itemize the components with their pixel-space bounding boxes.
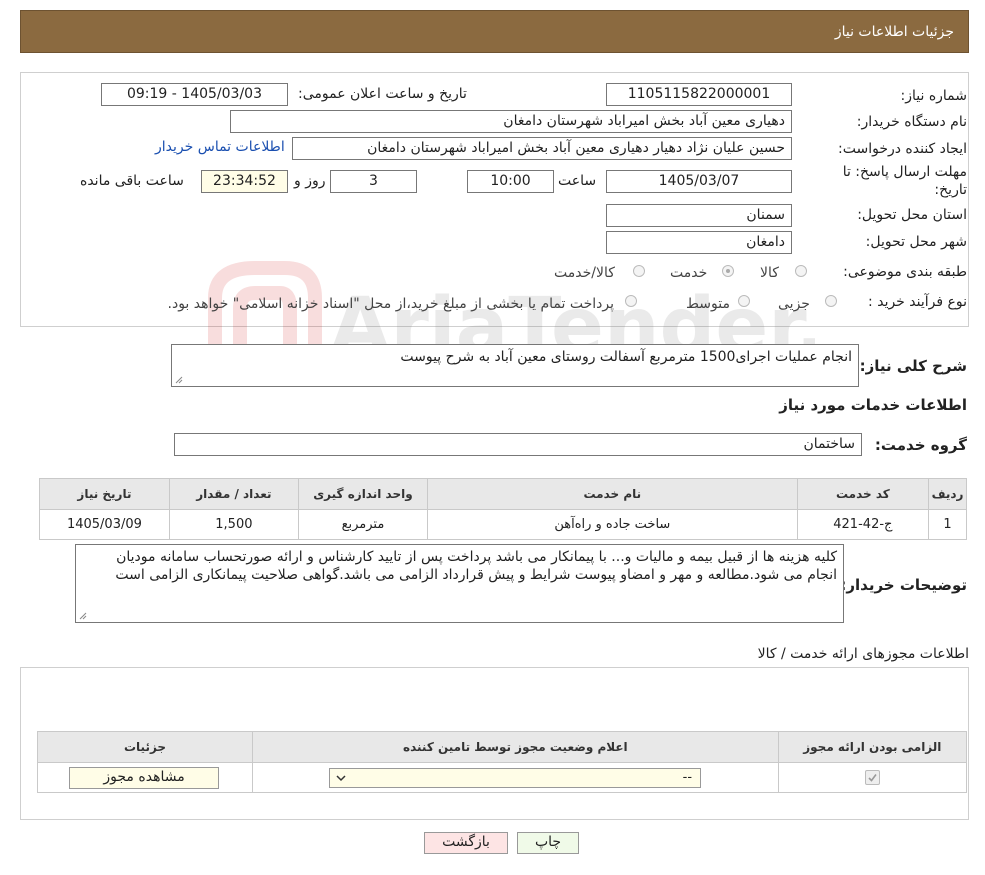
process-radio-minor[interactable]	[825, 295, 837, 307]
col-header-permit-status: اعلام وضعیت مجوز توسط تامین کننده	[252, 731, 779, 763]
buyer-notes-text: کلیه هزینه ها از قبیل بیمه و مالیات و...…	[115, 549, 837, 583]
cell-permit-required	[777, 762, 968, 793]
cell-permit-status: --	[252, 762, 779, 793]
cell-row-number: 1	[928, 509, 967, 540]
process-label: نوع فرآیند خرید :	[868, 294, 967, 310]
process-treasury-note: پرداخت تمام یا بخشی از مبلغ خرید،از محل …	[167, 296, 614, 312]
process-option-minor: جزیی	[778, 296, 810, 312]
permits-table: الزامی بودن ارائه مجوز اعلام وضعیت مجوز …	[36, 731, 968, 793]
cell-need-date: 1405/03/09	[39, 509, 170, 540]
services-section-title: اطلاعات خدمات مورد نیاز	[779, 396, 967, 414]
col-header-quantity: تعداد / مقدار	[168, 478, 299, 510]
deadline-date-field[interactable]: 1405/03/07	[606, 170, 792, 193]
announce-label: تاریخ و ساعت اعلان عمومی:	[298, 86, 467, 102]
permit-status-select-value: --	[682, 769, 693, 785]
page-header: جزئیات اطلاعات نیاز	[20, 10, 969, 53]
province-label: استان محل تحویل:	[857, 207, 967, 223]
process-radio-medium[interactable]	[738, 295, 750, 307]
deadline-time-label: ساعت	[558, 173, 597, 189]
process-radio-treasury[interactable]	[625, 295, 637, 307]
days-label: روز و	[294, 173, 326, 189]
resize-handle-icon[interactable]	[175, 376, 183, 384]
cell-service-code: ج-42-421	[796, 509, 930, 540]
col-header-need-date: تاریخ نیاز	[39, 478, 170, 510]
creator-field[interactable]: حسین علیان نژاد دهیار دهیاری معین آباد ب…	[292, 137, 792, 160]
category-radio-service[interactable]	[722, 265, 734, 277]
col-header-permit-required: الزامی بودن ارائه مجوز	[777, 731, 968, 763]
description-textarea[interactable]: انجام عملیات اجرای1500 مترمربع آسفالت رو…	[171, 344, 859, 387]
permit-status-select[interactable]: --	[329, 767, 702, 788]
col-header-permit-details: جزئیات	[36, 731, 254, 763]
announce-datetime-field[interactable]: 1405/03/03 - 09:19	[101, 83, 288, 106]
description-text: انجام عملیات اجرای1500 مترمربع آسفالت رو…	[400, 349, 852, 365]
table-row: -- مشاهده مجوز	[36, 762, 968, 793]
buyer-contact-link[interactable]: اطلاعات تماس خریدار	[155, 139, 285, 155]
deadline-label: مهلت ارسال پاسخ: تا	[842, 164, 967, 180]
resize-handle-icon[interactable]	[79, 612, 87, 620]
description-label: شرح کلی نیاز:	[859, 357, 967, 375]
city-field[interactable]: دامغان	[606, 231, 792, 254]
days-remaining-field[interactable]: 3	[330, 170, 417, 193]
remaining-time-field[interactable]: 23:34:52	[201, 170, 288, 193]
buyer-org-field[interactable]: دهیاری معین آباد بخش امیراباد شهرستان دا…	[230, 110, 792, 133]
need-number-label: شماره نیاز:	[900, 88, 968, 104]
deadline-label-date: تاریخ:	[934, 182, 967, 198]
table-row: 1 ج-42-421 ساخت جاده و راه‌آهن مترمربع 1…	[39, 509, 967, 540]
back-button[interactable]: بازگشت	[424, 832, 508, 854]
print-button[interactable]: چاپ	[517, 832, 579, 854]
category-radio-goods[interactable]	[795, 265, 807, 277]
permit-required-checkbox[interactable]	[864, 770, 880, 785]
cell-service-name: ساخت جاده و راه‌آهن	[427, 509, 798, 540]
deadline-time-field[interactable]: 10:00	[467, 170, 554, 193]
category-option-service: خدمت	[670, 265, 708, 281]
view-permit-button[interactable]: مشاهده مجوز	[69, 766, 220, 789]
col-header-service-name: نام خدمت	[427, 478, 798, 510]
buyer-org-label: نام دستگاه خریدار:	[856, 114, 967, 130]
city-label: شهر محل تحویل:	[865, 234, 967, 250]
col-header-service-code: کد خدمت	[796, 478, 930, 510]
buyer-notes-textarea[interactable]: کلیه هزینه ها از قبیل بیمه و مالیات و...…	[75, 544, 844, 623]
category-option-goods-service: کالا/خدمت	[554, 265, 615, 281]
services-table: ردیف کد خدمت نام خدمت واحد اندازه گیری ت…	[39, 478, 967, 540]
remaining-time-label: ساعت باقی مانده	[80, 173, 184, 189]
province-field[interactable]: سمنان	[606, 204, 792, 227]
permits-section-title: اطلاعات مجوزهای ارائه خدمت / کالا	[757, 646, 969, 662]
col-header-row-number: ردیف	[928, 478, 967, 510]
chevron-down-icon	[336, 774, 346, 781]
page-title: جزئیات اطلاعات نیاز	[834, 24, 954, 40]
category-option-goods: کالا	[760, 265, 779, 281]
buyer-notes-label: توضیحات خریدار:	[840, 576, 967, 594]
process-option-medium: متوسط	[686, 296, 730, 312]
service-group-label: گروه خدمت:	[874, 436, 967, 454]
checkmark-icon	[868, 774, 877, 782]
col-header-unit: واحد اندازه گیری	[297, 478, 429, 510]
creator-label: ایجاد کننده درخواست:	[838, 141, 967, 157]
need-number-field[interactable]: 1105115822000001	[606, 83, 792, 106]
permits-table-header-row: الزامی بودن ارائه مجوز اعلام وضعیت مجوز …	[36, 731, 968, 763]
services-table-header-row: ردیف کد خدمت نام خدمت واحد اندازه گیری ت…	[39, 478, 967, 510]
category-label: طبقه بندی موضوعی:	[843, 264, 967, 280]
cell-unit: مترمربع	[297, 509, 429, 540]
cell-permit-details: مشاهده مجوز	[36, 762, 254, 793]
category-radio-goods-service[interactable]	[633, 265, 645, 277]
service-group-field[interactable]: ساختمان	[174, 433, 862, 456]
cell-quantity: 1,500	[168, 509, 299, 540]
